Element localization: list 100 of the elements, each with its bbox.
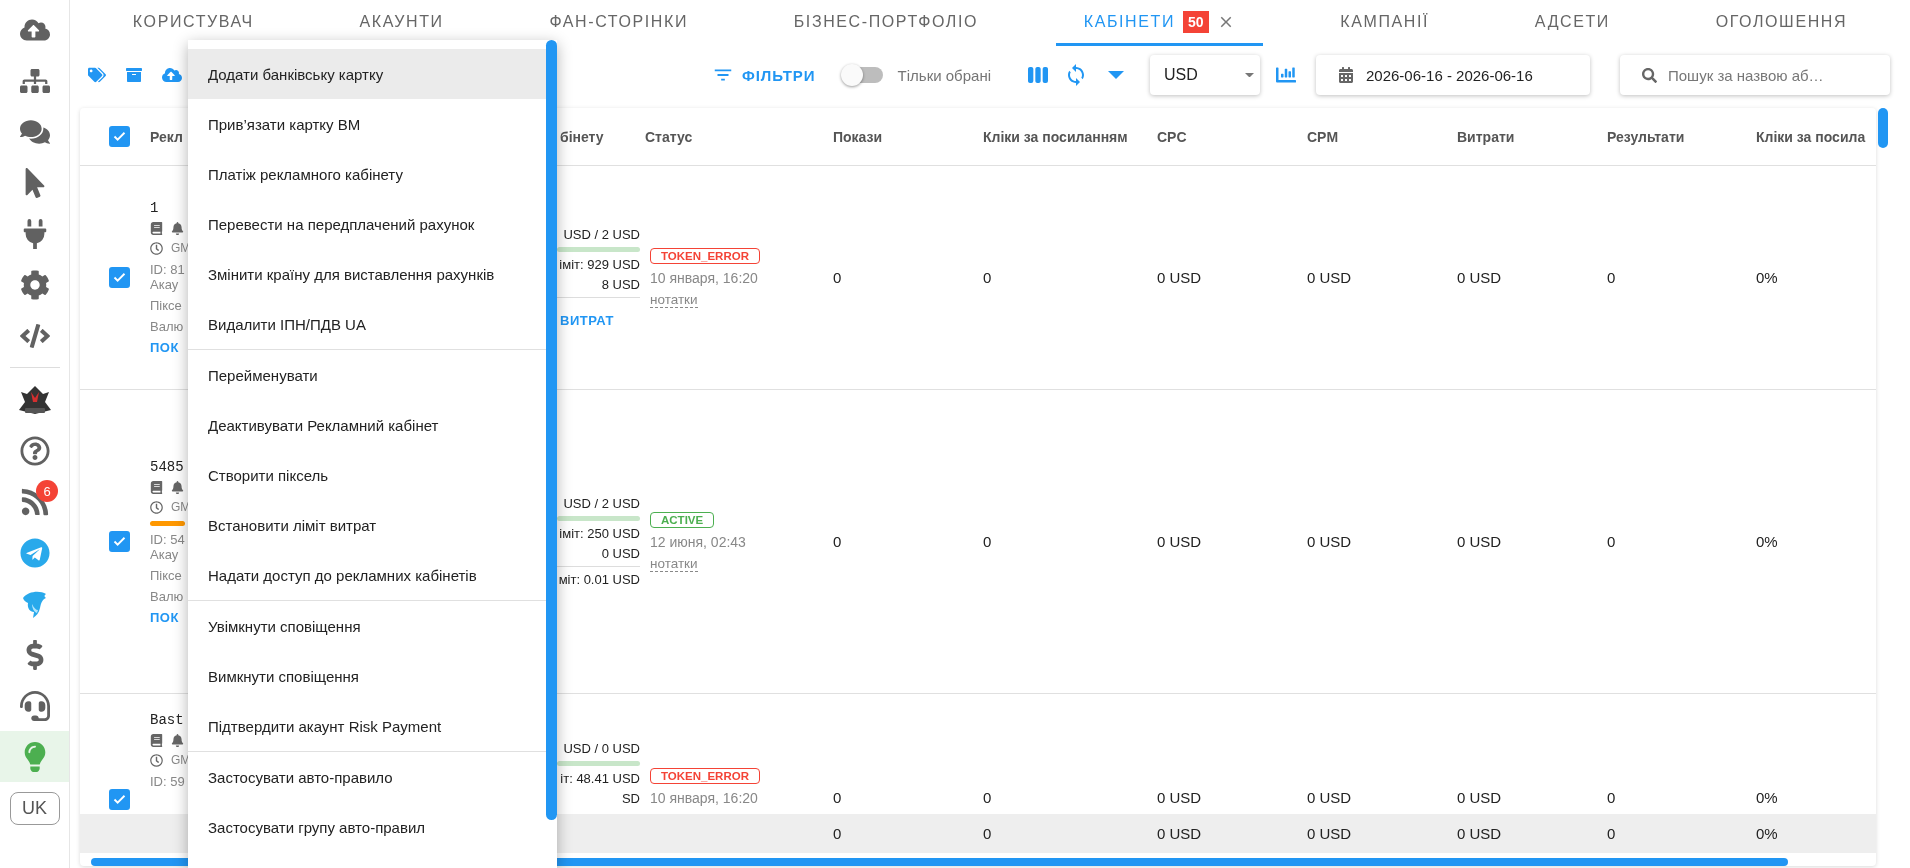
- notes-link[interactable]: нотатки: [650, 291, 698, 308]
- account-name: 1: [150, 200, 159, 216]
- table-cell-text: 0: [1607, 789, 1617, 806]
- column-header: Покази: [833, 128, 884, 145]
- table-cell-text: 0 USD: [1457, 825, 1503, 842]
- checkmark-icon: [112, 534, 127, 549]
- table-cell-text: 0: [983, 789, 993, 806]
- checkbox[interactable]: [109, 789, 130, 810]
- clock-icon: [150, 242, 163, 255]
- currency-label: Валю: [150, 588, 184, 604]
- tab[interactable]: ФАН-СТОРІНКИ: [521, 0, 717, 46]
- notes-link[interactable]: нотатки: [650, 555, 698, 572]
- table-cell-text: 0 USD: [1457, 789, 1503, 806]
- limit-text: міт: 0.01 USD: [558, 572, 640, 587]
- tab[interactable]: БІЗНЕС-ПОРТФОЛІО: [765, 0, 1007, 46]
- checkbox[interactable]: [109, 126, 130, 147]
- checkmark-icon: [112, 792, 127, 807]
- tab[interactable]: КАМПАНІЇ: [1312, 0, 1458, 46]
- table-cell-text: 0: [983, 269, 993, 286]
- bar-chart-icon: [1276, 65, 1296, 85]
- bell-icon: [171, 222, 184, 235]
- account-id: ID: 81: [150, 262, 185, 277]
- column-header: Кліки за посиланням: [983, 128, 1129, 145]
- currency-label: Валю: [150, 319, 184, 334]
- status-badge: TOKEN_ERROR: [650, 768, 760, 784]
- column-header: CPM: [1307, 128, 1340, 145]
- tab[interactable]: АДСЕТИ: [1506, 0, 1638, 46]
- table-cell-text: 0: [1607, 269, 1617, 286]
- status-date: 10 января, 16:20: [650, 790, 758, 806]
- limit-text: іт: 48.41 USD: [560, 771, 640, 786]
- tab[interactable]: ОГОЛОШЕННЯ: [1687, 0, 1876, 46]
- table-cell-text: 0: [833, 533, 843, 550]
- expand-button[interactable]: [1108, 71, 1124, 79]
- account-name: 5485: [150, 458, 184, 475]
- cloud-upload-icon: [162, 65, 182, 85]
- checkbox[interactable]: [109, 267, 130, 288]
- checkmark-icon: [112, 129, 127, 144]
- table-cell-text: 0: [1607, 825, 1617, 842]
- book-icon: [150, 734, 163, 747]
- table-cell-text: 0 USD: [1457, 269, 1503, 286]
- tab[interactable]: КАБІНЕТИ 50: [1055, 0, 1263, 46]
- table-cell-text: 0 USD: [1307, 269, 1353, 286]
- paper-plane-icon: [19, 537, 50, 568]
- table-cell-text: 0 USD: [1307, 825, 1353, 842]
- toggle-switch[interactable]: [842, 67, 883, 83]
- menu-scrollbar[interactable]: [546, 40, 557, 820]
- account-id: ID: 59: [150, 774, 185, 789]
- table-cell-text: 0%: [1756, 789, 1779, 806]
- account-name: Bast: [150, 712, 184, 728]
- account-label: Акау: [150, 277, 180, 292]
- status-badge: TOKEN_ERROR: [650, 247, 760, 264]
- help-icon: [19, 435, 50, 466]
- clock-icon: [150, 500, 163, 514]
- headset-icon: [19, 690, 50, 721]
- status-date: 12 июня, 02:43: [650, 533, 746, 550]
- column-header: CPC: [1157, 128, 1188, 145]
- column-header: Результати: [1607, 128, 1686, 145]
- emblem-icon: [16, 383, 53, 416]
- checkbox[interactable]: [109, 531, 130, 552]
- status-date: 10 января, 16:20: [650, 269, 758, 286]
- settings-icon: [19, 269, 50, 300]
- clock-icon: [150, 754, 163, 767]
- table-cell-text: 0 USD: [1157, 789, 1203, 806]
- chart-button[interactable]: [1276, 65, 1296, 85]
- column-header: Рекл: [150, 128, 184, 145]
- account-id: ID: 54: [150, 531, 185, 547]
- search-field[interactable]: Пошук за назвою аб…: [1620, 55, 1890, 95]
- table-cell-text: 0: [833, 825, 843, 842]
- language-button[interactable]: UK: [9, 792, 60, 825]
- table-cell-text: 0 USD: [1457, 533, 1503, 550]
- pixel-label: Піксе: [150, 567, 182, 583]
- vertical-scrollbar[interactable]: [1878, 108, 1888, 148]
- currency-select[interactable]: USD: [1150, 55, 1260, 95]
- upload-button[interactable]: [162, 65, 182, 85]
- balance-text: 0 USD: [601, 546, 640, 561]
- balance-text: SD: [621, 791, 640, 806]
- tags-icon: [88, 66, 106, 84]
- spend-text: USD / 2 USD: [563, 227, 640, 242]
- tag-button[interactable]: [88, 66, 106, 84]
- caret-icon: [1245, 72, 1254, 78]
- table-cell-text: 0%: [1756, 269, 1779, 286]
- table-cell-text: 0 USD: [1157, 269, 1203, 286]
- column-header: Кліки за посила: [1756, 128, 1867, 145]
- column-header: бінету: [560, 128, 605, 145]
- table-cell-text: 0%: [1756, 533, 1779, 550]
- book-icon: [150, 480, 163, 494]
- bell-icon: [171, 734, 184, 747]
- menu-item[interactable]: Застосувати групу авто-правил: [188, 802, 557, 852]
- table-cell-text: 0 USD: [1307, 789, 1353, 806]
- sidebar-item[interactable]: 6: [0, 476, 69, 527]
- feed-icon: [19, 486, 50, 517]
- archive-button[interactable]: [126, 67, 142, 83]
- table-cell-text: 0: [1607, 533, 1617, 550]
- table-cell-text: 0 USD: [1157, 825, 1203, 842]
- table-cell-text: 0 USD: [1307, 533, 1353, 550]
- bell-icon: [171, 480, 184, 494]
- table-cell-text: 0: [833, 269, 843, 286]
- date-range-field[interactable]: 2026-06-16 - 2026-06-16: [1316, 55, 1590, 95]
- toggle-label: Тільки обрані: [897, 66, 991, 84]
- checkmark-icon: [112, 270, 127, 285]
